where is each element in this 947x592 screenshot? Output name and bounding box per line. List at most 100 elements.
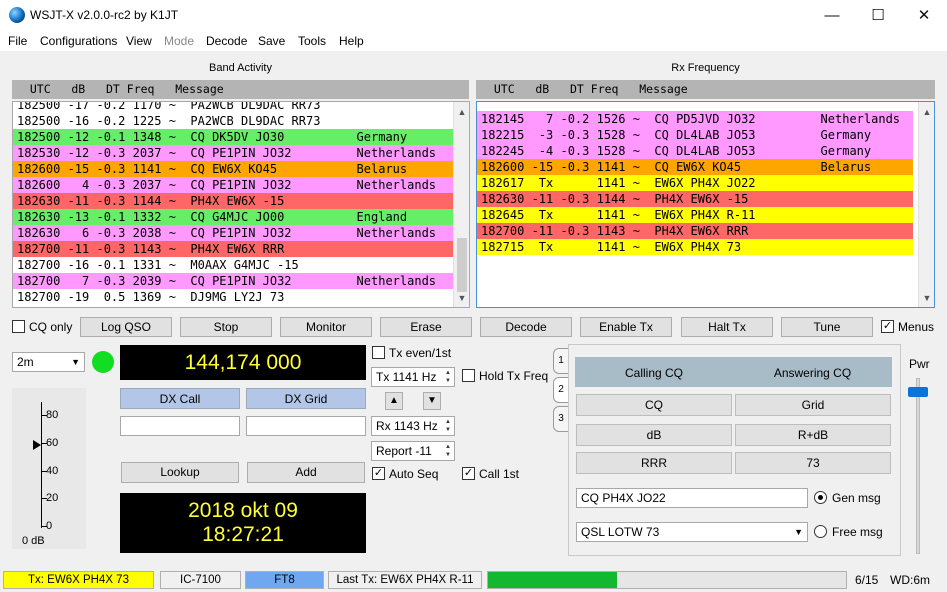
rx-freq-spinbox[interactable]: Rx 1143 Hz ▲ ▼ bbox=[371, 416, 455, 436]
calling-cq-tab[interactable]: Calling CQ bbox=[575, 366, 733, 380]
arrow-down-button[interactable]: ▼ bbox=[423, 392, 441, 410]
decode-row[interactable]: 182245 -4 -0.3 1528 ~ CQ DL4LAB JO53 Ger… bbox=[477, 143, 913, 159]
73-macro-button[interactable]: 73 bbox=[735, 452, 891, 474]
decode-row[interactable]: 182630 6 -0.3 2038 ~ CQ PE1PIN JO32 Neth… bbox=[13, 225, 454, 241]
decode-row[interactable]: 182500 -17 -0.2 1170 ~ PA2WCB DL9DAC RR7… bbox=[13, 102, 454, 113]
minimize-button[interactable]: — bbox=[809, 0, 855, 31]
free-msg-radio[interactable] bbox=[814, 525, 827, 538]
decode-row[interactable]: 182700 -11 -0.3 1143 ~ PH4X EW6X RRR bbox=[477, 223, 913, 239]
dx-grid-input[interactable] bbox=[246, 416, 366, 436]
spin-arrows-icon[interactable]: ▲ ▼ bbox=[443, 369, 453, 385]
pwr-slider-track[interactable] bbox=[916, 378, 920, 554]
report-spinbox[interactable]: Report -11 ▲ ▼ bbox=[371, 441, 455, 461]
scroll-up-icon[interactable]: ▲ bbox=[919, 106, 934, 118]
tab-1[interactable]: 1 bbox=[553, 348, 569, 374]
spin-arrows-icon[interactable]: ▲ ▼ bbox=[443, 418, 453, 434]
rx-frequency-scrollbar[interactable]: ▲ ▼ bbox=[918, 102, 934, 307]
decode-row[interactable]: 182500 -12 -0.1 1348 ~ CQ DK5DV JO30 Ger… bbox=[13, 129, 454, 145]
r-db-macro-button[interactable]: R+dB bbox=[735, 424, 891, 446]
menu-view[interactable]: View bbox=[126, 34, 152, 48]
pwr-slider-handle[interactable] bbox=[908, 387, 928, 397]
close-button[interactable]: ✕ bbox=[901, 0, 947, 31]
meter-tick-80: 80 bbox=[46, 409, 59, 421]
decode-row[interactable]: 182600 -15 -0.3 1141 ~ CQ EW6X KO45 Bela… bbox=[477, 159, 913, 175]
band-activity-list[interactable]: 182500 -17 -0.2 1170 ~ PA2WCB DL9DAC RR7… bbox=[12, 101, 470, 308]
tx-freq-spinbox[interactable]: Tx 1141 Hz ▲ ▼ bbox=[371, 367, 455, 387]
answering-cq-tab[interactable]: Answering CQ bbox=[733, 366, 892, 380]
decode-row[interactable]: 182215 -3 -0.3 1528 ~ CQ DL4LAB JO53 Ger… bbox=[477, 127, 913, 143]
db-macro-button[interactable]: dB bbox=[576, 424, 732, 446]
decode-row[interactable]: 182500 -16 -0.2 1225 ~ PA2WCB DL9DAC RR7… bbox=[13, 113, 454, 129]
decode-row[interactable]: 182145 7 -0.2 1526 ~ CQ PD5JVD JO32 Neth… bbox=[477, 111, 913, 127]
tx-even-checkbox[interactable] bbox=[372, 346, 385, 359]
scroll-thumb[interactable] bbox=[457, 238, 467, 292]
decode-row[interactable]: 182700 -19 0.5 1369 ~ DJ9MG LY2J 73 bbox=[13, 289, 454, 305]
monitor-button[interactable]: Monitor bbox=[280, 317, 372, 337]
grid-macro-button[interactable]: Grid bbox=[735, 394, 891, 416]
menu-tools[interactable]: Tools bbox=[298, 34, 326, 48]
halt-tx-button[interactable]: Halt Tx bbox=[681, 317, 773, 337]
lookup-button[interactable]: Lookup bbox=[121, 462, 239, 483]
enable-tx-button[interactable]: Enable Tx bbox=[580, 317, 672, 337]
cq-only-label: CQ only bbox=[29, 320, 73, 334]
hold-tx-freq-checkbox[interactable] bbox=[462, 369, 475, 382]
tune-button[interactable]: Tune bbox=[781, 317, 873, 337]
tab-2[interactable]: 2 bbox=[553, 377, 569, 403]
cq-macro-button[interactable]: CQ bbox=[576, 394, 732, 416]
decode-row[interactable]: 182700 -16 -0.1 1331 ~ M0AAX G4MJC -15 bbox=[13, 257, 454, 273]
decode-row[interactable]: 182600 4 -0.3 2037 ~ CQ PE1PIN JO32 Neth… bbox=[13, 177, 454, 193]
band-select[interactable]: 2m ▼ bbox=[12, 352, 85, 372]
gen-msg-radio[interactable] bbox=[814, 491, 827, 504]
menu-mode[interactable]: Mode bbox=[164, 34, 194, 48]
spin-arrows-icon[interactable]: ▲ ▼ bbox=[443, 443, 453, 459]
decode-button[interactable]: Decode bbox=[480, 317, 572, 337]
rrr-macro-button[interactable]: RRR bbox=[576, 452, 732, 474]
menu-help[interactable]: Help bbox=[339, 34, 364, 48]
menu-configurations[interactable]: Configurations bbox=[40, 34, 117, 48]
stop-button[interactable]: Stop bbox=[180, 317, 272, 337]
maximize-button[interactable]: ☐ bbox=[855, 0, 901, 31]
gen-msg-input[interactable]: CQ PH4X JO22 bbox=[576, 488, 808, 508]
menus-checkbox[interactable]: ✓ bbox=[881, 320, 894, 333]
menu-file[interactable]: File bbox=[8, 34, 27, 48]
log-qso-button[interactable]: Log QSO bbox=[80, 317, 172, 337]
arrow-up-button[interactable]: ▲ bbox=[385, 392, 403, 410]
menus-label: Menus bbox=[898, 320, 935, 334]
decode-row[interactable]: 182600 -15 -0.3 1141 ~ CQ EW6X KO45 Bela… bbox=[13, 161, 454, 177]
decode-row[interactable]: 182700 -11 -0.3 1143 ~ PH4X EW6X RRR bbox=[13, 241, 454, 257]
pwr-label: Pwr bbox=[909, 357, 930, 371]
tx-progress-fill bbox=[488, 572, 617, 588]
scroll-down-icon[interactable]: ▼ bbox=[919, 292, 934, 304]
call-1st-checkbox[interactable]: ✓ bbox=[462, 467, 475, 480]
rx-frequency-header: UTC dB DT Freq Message bbox=[476, 80, 935, 99]
erase-button[interactable]: Erase bbox=[380, 317, 472, 337]
last-tx-status: Last Tx: EW6X PH4X R-11 bbox=[328, 571, 482, 589]
signal-meter: 80 60 40 20 0 0 dB bbox=[12, 388, 86, 549]
rig-status: IC-7100 bbox=[160, 571, 241, 589]
chevron-down-icon: ▼ bbox=[71, 357, 80, 367]
tx-progress-bar bbox=[487, 571, 847, 589]
decode-row[interactable]: 182617 Tx 1141 ~ EW6X PH4X JO22 bbox=[477, 175, 913, 191]
decode-row[interactable]: 182645 Tx 1141 ~ EW6X PH4X R-11 bbox=[477, 207, 913, 223]
scroll-down-icon[interactable]: ▼ bbox=[454, 292, 469, 304]
tab-3[interactable]: 3 bbox=[553, 406, 569, 432]
dx-call-input[interactable] bbox=[120, 416, 240, 436]
decode-row[interactable]: 182630 -11 -0.3 1144 ~ PH4X EW6X -15 bbox=[13, 193, 454, 209]
decode-row[interactable]: 182530 -12 -0.3 2037 ~ CQ PE1PIN JO32 Ne… bbox=[13, 145, 454, 161]
auto-seq-checkbox[interactable]: ✓ bbox=[372, 467, 385, 480]
decode-row[interactable]: 182715 Tx 1141 ~ EW6X PH4X 73 bbox=[477, 239, 913, 255]
rx-frequency-title: Rx Frequency bbox=[671, 62, 740, 74]
decode-row[interactable]: 182700 7 -0.3 2039 ~ CQ PE1PIN JO32 Neth… bbox=[13, 273, 454, 289]
menu-decode[interactable]: Decode bbox=[206, 34, 247, 48]
cq-only-checkbox[interactable] bbox=[12, 320, 25, 333]
meter-tick-40: 40 bbox=[46, 465, 59, 477]
band-activity-scrollbar[interactable]: ▲ ▼ bbox=[453, 102, 469, 307]
free-msg-combo[interactable]: QSL LOTW 73 ▼ bbox=[576, 522, 808, 542]
scroll-up-icon[interactable]: ▲ bbox=[454, 106, 469, 118]
rx-frequency-list[interactable]: 182145 7 -0.2 1526 ~ CQ PD5JVD JO32 Neth… bbox=[476, 101, 935, 308]
decode-row[interactable]: 182630 -11 -0.3 1144 ~ PH4X EW6X -15 bbox=[477, 191, 913, 207]
decode-row[interactable]: 182630 -13 -0.1 1332 ~ CQ G4MJC JO00 Eng… bbox=[13, 209, 454, 225]
dx-call-label: DX Call bbox=[120, 388, 240, 409]
add-button[interactable]: Add bbox=[247, 462, 365, 483]
menu-save[interactable]: Save bbox=[258, 34, 285, 48]
